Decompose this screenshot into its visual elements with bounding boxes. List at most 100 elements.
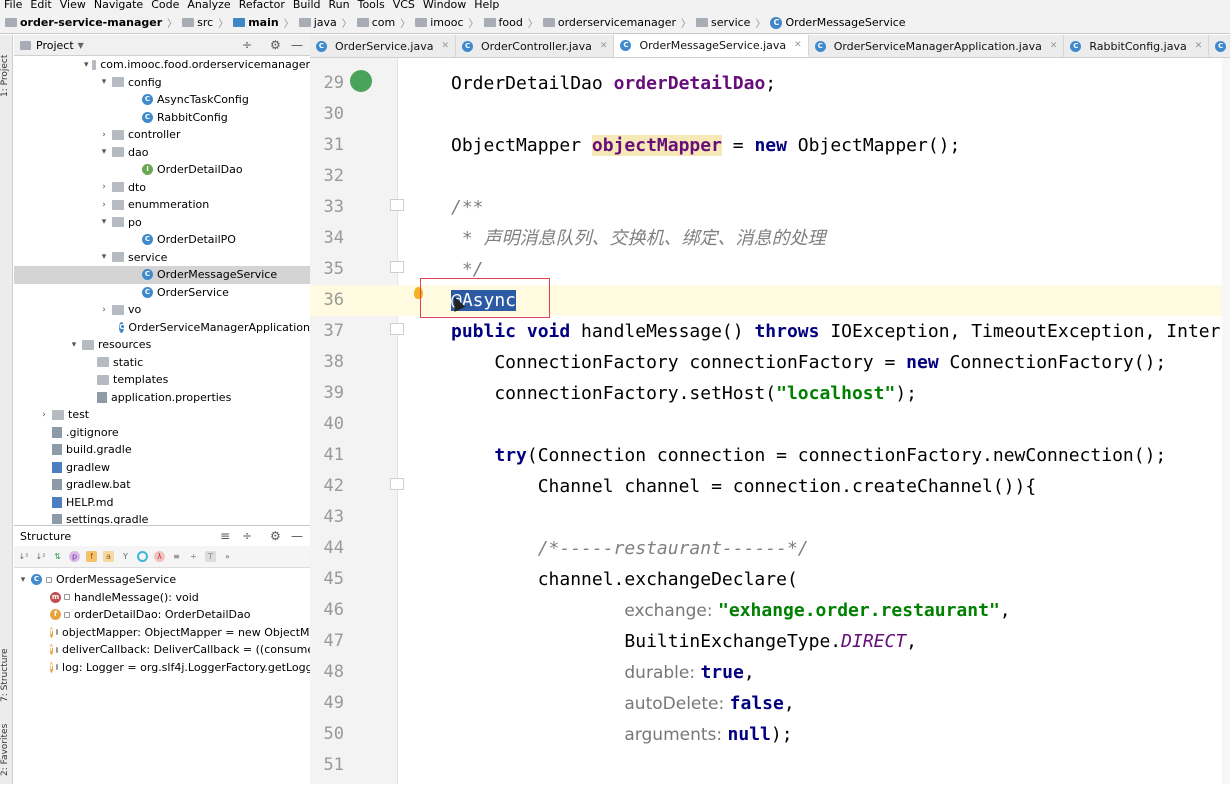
fold-marker[interactable] (390, 261, 404, 273)
expand-all-icon[interactable]: ≡ (220, 529, 230, 543)
autoscroll-icon[interactable] (137, 551, 148, 562)
tree-item[interactable]: C OrderMessageService (14, 266, 310, 284)
tree-item[interactable]: ▾ com.imooc.food.orderservicemanager (14, 56, 310, 74)
menu-vcs[interactable]: VCS (389, 0, 419, 10)
fold-marker[interactable] (390, 323, 404, 335)
editor-scrollbar[interactable] (1222, 58, 1230, 784)
tree-item[interactable]: › controller (14, 126, 310, 144)
breadcrumb-item[interactable]: java (296, 16, 340, 29)
expand-arrow-icon[interactable]: ▾ (99, 147, 109, 157)
editor-tab[interactable]: C RabbitConfig.java ✕ (1064, 35, 1210, 57)
more-icon[interactable]: » (222, 551, 233, 562)
project-panel-title[interactable]: Project (36, 39, 74, 52)
expand-arrow-icon[interactable]: › (99, 305, 109, 315)
tree-item[interactable]: gradlew (14, 459, 310, 477)
menu-build[interactable]: Build (289, 0, 325, 10)
show-anonymous-icon[interactable]: λ (154, 551, 165, 562)
expand-arrow-icon[interactable]: ▾ (84, 60, 89, 70)
collapse-all-icon[interactable]: ÷ (242, 529, 252, 543)
expand-arrow-icon[interactable]: ▾ (99, 252, 109, 262)
show-properties-icon[interactable]: p (69, 551, 80, 562)
tree-item[interactable]: ▾ resources (14, 336, 310, 354)
code-line[interactable]: 48 durable: true, (310, 657, 1230, 688)
code-editor[interactable]: 29 OrderDetailDao orderDetailDao; 30 31 Obje… (310, 58, 1230, 784)
favorites-tool-button[interactable]: 2: Favorites (0, 715, 13, 785)
code-line[interactable]: 39 connectionFactory.setHost("localhost"… (310, 378, 1230, 409)
code-line[interactable]: 37 public void handleMessage() throws IOE… (310, 316, 1230, 347)
tree-item[interactable]: ▾ po (14, 214, 310, 232)
code-line[interactable]: 33 /** (310, 192, 1230, 223)
menu-code[interactable]: Code (147, 0, 183, 10)
tree-item[interactable]: HELP.md (14, 494, 310, 512)
code-line[interactable]: 34 * 声明消息队列、交换机、绑定、消息的处理 (310, 223, 1230, 254)
expand-arrow-icon[interactable]: › (99, 182, 109, 192)
sort-alpha-icon[interactable]: ↓² (18, 551, 29, 562)
tree-item[interactable]: gradlew.bat (14, 476, 310, 494)
tree-item[interactable]: build.gradle (14, 441, 310, 459)
code-line[interactable]: 32 (310, 161, 1230, 192)
hide-panel-icon[interactable]: — (291, 38, 303, 52)
tree-item[interactable]: C RabbitConfig (14, 109, 310, 127)
breadcrumb-item[interactable]: imooc (412, 16, 466, 29)
editor-tab[interactable]: C OrderService.java ✕ (310, 35, 457, 57)
code-line[interactable]: 46 exchange: "exhange.order.restaurant", (310, 595, 1230, 626)
code-line[interactable]: 43 (310, 502, 1230, 533)
menu-analyze[interactable]: Analyze (183, 0, 234, 10)
breadcrumb-item[interactable]: service (693, 16, 753, 29)
breadcrumb-item[interactable]: orderservicemanager (540, 16, 679, 29)
menu-file[interactable]: File (0, 0, 26, 10)
structure-member[interactable]: f deliverCallback: DeliverCallback = ((co… (14, 641, 310, 659)
tree-item[interactable]: › test (14, 406, 310, 424)
structure-root[interactable]: ▾ C OrderMessageService (14, 571, 310, 589)
expand-arrow-icon[interactable]: ▾ (99, 77, 109, 87)
show-non-public-icon[interactable]: a (103, 551, 114, 562)
code-line[interactable]: 41 try(Connection connection = connectio… (310, 440, 1230, 471)
tree-item[interactable]: templates (14, 371, 310, 389)
tree-item[interactable]: static (14, 354, 310, 372)
close-icon[interactable]: ✕ (600, 41, 608, 51)
menu-navigate[interactable]: Navigate (90, 0, 147, 10)
code-line[interactable]: 38 ConnectionFactory connectionFactory =… (310, 347, 1230, 378)
code-line[interactable]: 42 Channel channel = connection.createCh… (310, 471, 1230, 502)
close-icon[interactable]: ✕ (1050, 41, 1058, 51)
tree-item[interactable]: settings.gradle (14, 511, 310, 524)
show-lambdas-icon[interactable]: Y (120, 551, 131, 562)
expand-icon[interactable]: ≡ (171, 551, 182, 562)
expand-arrow-icon[interactable]: ▾ (69, 340, 79, 350)
tree-item[interactable]: › vo (14, 301, 310, 319)
editor-tab[interactable]: C OrderServiceManagerApplication.java ✕ (809, 35, 1065, 57)
structure-member[interactable]: m handleMessage(): void (14, 589, 310, 607)
menu-window[interactable]: Window (419, 0, 470, 10)
tree-item[interactable]: › enummeration (14, 196, 310, 214)
project-tool-button[interactable]: 1: Project (0, 41, 13, 111)
tree-item[interactable]: C OrderService (14, 284, 310, 302)
structure-member[interactable]: f log: Logger = org.slf4j.LoggerFactory.g… (14, 659, 310, 677)
tree-item[interactable]: .gitignore (14, 424, 310, 442)
editor-tab[interactable]: C OrderMessageService.java ✕ (614, 35, 809, 57)
tree-item[interactable]: C OrderDetailPO (14, 231, 310, 249)
gear-icon[interactable]: ⚙ (270, 38, 281, 52)
expand-arrow-icon[interactable]: › (99, 130, 109, 140)
menu-view[interactable]: View (56, 0, 90, 10)
expand-arrow-icon[interactable]: ▾ (18, 575, 28, 585)
show-fields-icon[interactable]: f (86, 551, 97, 562)
tree-item[interactable]: ▾ config (14, 74, 310, 92)
close-icon[interactable]: ✕ (1195, 41, 1203, 51)
code-line[interactable]: 31 ObjectMapper objectMapper = new Object… (310, 130, 1230, 161)
code-line[interactable]: 47 BuiltinExchangeType.DIRECT, (310, 626, 1230, 657)
breadcrumb-item[interactable]: main (230, 16, 282, 29)
collapse-all-icon[interactable]: ÷ (242, 38, 252, 52)
structure-tool-button[interactable]: 7: Structure (0, 630, 13, 720)
code-line[interactable]: 45 channel.exchangeDeclare( (310, 564, 1230, 595)
expand-arrow-icon[interactable]: › (39, 410, 49, 420)
editor-tab[interactable]: CAsyncTaskConfig.java✕ (1209, 35, 1230, 57)
tree-item[interactable]: I OrderDetailDao (14, 161, 310, 179)
menu-edit[interactable]: Edit (26, 0, 55, 10)
fold-marker[interactable] (390, 199, 404, 211)
code-line[interactable]: 30 (310, 99, 1230, 130)
close-icon[interactable]: ✕ (441, 41, 449, 51)
menu-tools[interactable]: Tools (354, 0, 389, 10)
structure-member[interactable]: f orderDetailDao: OrderDetailDao (14, 606, 310, 624)
breadcrumb-item[interactable]: food (481, 16, 526, 29)
gear-icon[interactable]: ⚙ (270, 529, 281, 543)
